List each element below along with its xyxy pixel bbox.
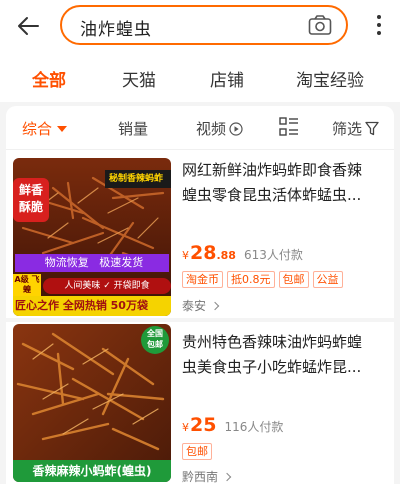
image-side-badge-text: A级 飞蝗 [14,275,40,294]
currency-symbol: ¥ [182,421,189,434]
image-banner-text: 秘制香辣蚂蚱 [109,174,164,184]
sort-comprehensive[interactable]: 综合 [22,118,68,139]
tag-row: 淘金币 抵0.8元 包邮 公益 [182,271,343,288]
search-input[interactable]: 油炸蝗虫 [60,5,348,45]
sort-comprehensive-label: 综合 [22,120,53,138]
search-query-text[interactable]: 油炸蝗虫 [80,15,152,40]
tab-taobao-experience[interactable]: 淘宝经验 [296,66,364,91]
camera-icon[interactable] [308,14,332,36]
price-integer: 25 [190,414,217,436]
product-list: 鲜香 酥脆 秘制香辣蚂蚱 物流恢复 极速发货 A级 飞蝗 人间美味 ✓ 开袋即食… [6,150,394,484]
chevron-right-icon [210,301,220,310]
shop-location-link[interactable]: 泰安 [182,297,220,314]
tag-free-shipping: 包邮 [278,271,309,288]
product-title-line: 蝗虫零食昆虫活体蚱蜢虫... [182,186,362,204]
sort-video-label: 视频 [196,120,227,138]
currency-symbol: ¥ [182,249,189,262]
tag-free-shipping: 包邮 [182,443,212,460]
shop-location-link[interactable]: 黔西南 [182,468,232,484]
shop-location: 泰安 [182,299,207,313]
tag-charity: 公益 [312,271,343,288]
category-tabs: 全部 天猫 店铺 淘宝经验 [0,52,400,102]
tag-row: 包邮 [182,443,212,460]
play-icon [229,121,243,136]
price-row: ¥ 28 .88 613人付款 [182,242,303,264]
product-card[interactable]: 全国 包邮 香辣麻辣小蚂蚱(蝗虫) 贵州特色香辣味油炸蚂蚱蝗 虫美食虫子小吃蚱蜢… [6,322,394,484]
tab-all[interactable]: 全部 [32,66,66,91]
more-vertical-icon[interactable] [374,12,384,38]
product-title[interactable]: 网红新鲜油炸蚂蚱即食香辣 蝗虫零食昆虫活体蚱蜢虫... [182,158,386,208]
top-bar: 油炸蝗虫 [0,0,400,52]
caret-down-icon [57,125,68,132]
filter-button[interactable]: 筛选 [332,118,379,139]
image-chips-text: 人间美味 ✓ 开袋即食 [64,281,150,291]
product-card[interactable]: 鲜香 酥脆 秘制香辣蚂蚱 物流恢复 极速发货 A级 飞蝗 人间美味 ✓ 开袋即食… [6,150,394,322]
image-corner-badge-text: 全国 包邮 [147,329,163,349]
sold-count: 613人付款 [243,248,303,262]
price-integer: 28 [190,242,217,264]
product-title-line: 贵州特色香辣味油炸蚂蚱蝗 [182,333,363,351]
product-image[interactable]: 全国 包邮 香辣麻辣小蚂蚱(蝗虫) [13,324,171,482]
sort-video[interactable]: 视频 [196,118,243,139]
shop-location: 黔西南 [182,470,219,484]
back-arrow-icon[interactable] [14,12,42,40]
product-title-line: 网红新鲜油炸蚂蚱即食香辣 [182,161,363,179]
sort-sales[interactable]: 销量 [118,118,148,139]
filter-label: 筛选 [332,120,363,138]
tag-taojinbi: 淘金币 [182,271,223,288]
product-title[interactable]: 贵州特色香辣味油炸蚂蚱蝗 虫美食虫子小吃蚱蜢炸昆... [182,330,386,380]
price-decimal: .88 [216,249,236,262]
product-image[interactable]: 鲜香 酥脆 秘制香辣蚂蚱 物流恢复 极速发货 A级 飞蝗 人间美味 ✓ 开袋即食… [13,158,171,316]
tag-discount: 抵0.8元 [227,271,275,288]
sort-bar: 综合 销量 视频 筛选 [6,106,394,150]
tab-tmall[interactable]: 天猫 [122,66,156,91]
product-title-line: 虫美食虫子小吃蚱蜢炸昆... [182,358,362,376]
image-footer-text: 匠心之作 全网热销 50万袋 [15,299,148,312]
image-badge-text: 鲜香 酥脆 [18,183,43,214]
sort-sales-label: 销量 [118,120,149,138]
sold-count: 116人付款 [224,420,284,434]
image-footer-text: 香辣麻辣小蚂蚱(蝗虫) [32,464,152,478]
list-layout-icon[interactable] [278,116,300,138]
tab-shops[interactable]: 店铺 [210,66,244,91]
image-strip-text: 物流恢复 极速发货 [44,256,144,269]
filter-icon [365,121,379,136]
price-row: ¥ 25 116人付款 [182,414,283,436]
chevron-right-icon [222,472,232,481]
